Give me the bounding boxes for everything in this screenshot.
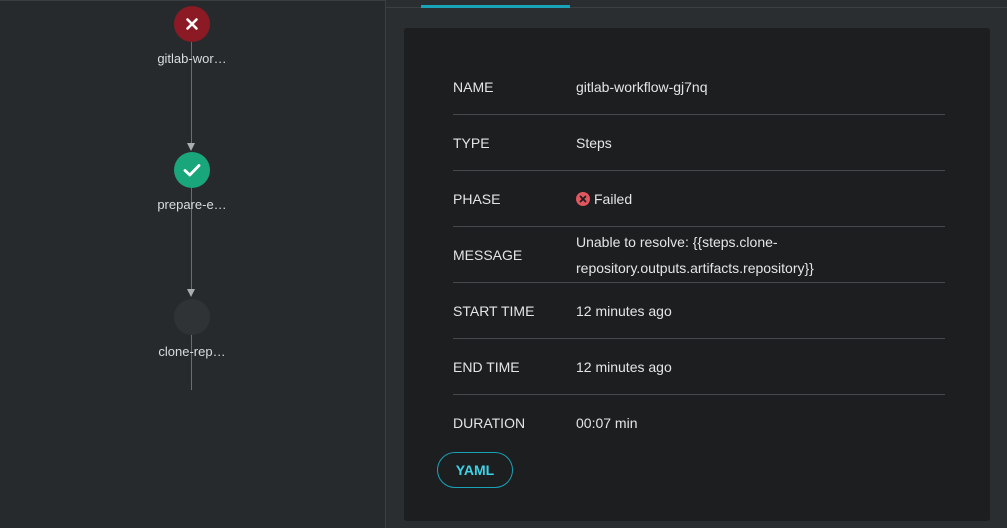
phase-text: Failed [594,190,633,207]
detail-key: PHASE [453,190,501,207]
graph-node-clone-repository[interactable] [174,299,210,335]
workflow-node-view: gitlab-wor… prepare-e… clone-rep… NAME g… [0,0,1007,528]
detail-key: DURATION [453,414,526,431]
detail-value: Steps [576,134,612,151]
edge-arrow-icon [187,289,195,297]
node-summary-card: NAME gitlab-workflow-gj7nq TYPE Steps PH… [404,28,990,521]
graph-edge [191,334,192,390]
detail-value: 12 minutes ago [576,302,672,319]
graph-node-prepare-env[interactable] [174,152,210,188]
detail-row-start-time: START TIME 12 minutes ago [453,283,945,339]
detail-row-end-time: END TIME 12 minutes ago [453,339,945,395]
detail-key: START TIME [453,302,535,319]
graph-node-gitlab-workflow[interactable] [174,6,210,42]
detail-row-phase: PHASE Failed [453,171,945,227]
detail-key: END TIME [453,358,520,375]
tab-summary[interactable] [421,5,570,8]
edge-arrow-icon [187,143,195,151]
detail-row-message: MESSAGE Unable to resolve: {{steps.clone… [453,227,945,283]
check-icon [183,164,201,177]
workflow-graph: gitlab-wor… prepare-e… clone-rep… [0,0,385,528]
failed-status-icon [576,191,590,206]
close-icon [186,18,198,30]
detail-value: 12 minutes ago [576,358,672,375]
detail-value-phase: Failed [576,186,945,212]
detail-row-duration: DURATION 00:07 min [453,395,945,450]
node-details-table: NAME gitlab-workflow-gj7nq TYPE Steps PH… [453,59,945,450]
tab-strip [386,0,1007,8]
yaml-button[interactable]: YAML [437,452,513,488]
detail-value: 00:07 min [576,414,638,431]
detail-key: MESSAGE [453,246,523,263]
graph-node-label: gitlab-wor… [157,51,227,66]
phase-status: Failed [576,186,945,212]
detail-key: NAME [453,78,494,95]
graph-node-label: clone-rep… [158,344,226,359]
detail-value: Unable to resolve: {{steps.clone-reposit… [576,233,814,276]
node-details-panel: NAME gitlab-workflow-gj7nq TYPE Steps PH… [386,0,1007,528]
detail-row-name: NAME gitlab-workflow-gj7nq [453,59,945,115]
detail-value: gitlab-workflow-gj7nq [576,78,708,95]
detail-row-type: TYPE Steps [453,115,945,171]
graph-node-label: prepare-e… [157,197,227,212]
detail-key: TYPE [453,134,490,151]
